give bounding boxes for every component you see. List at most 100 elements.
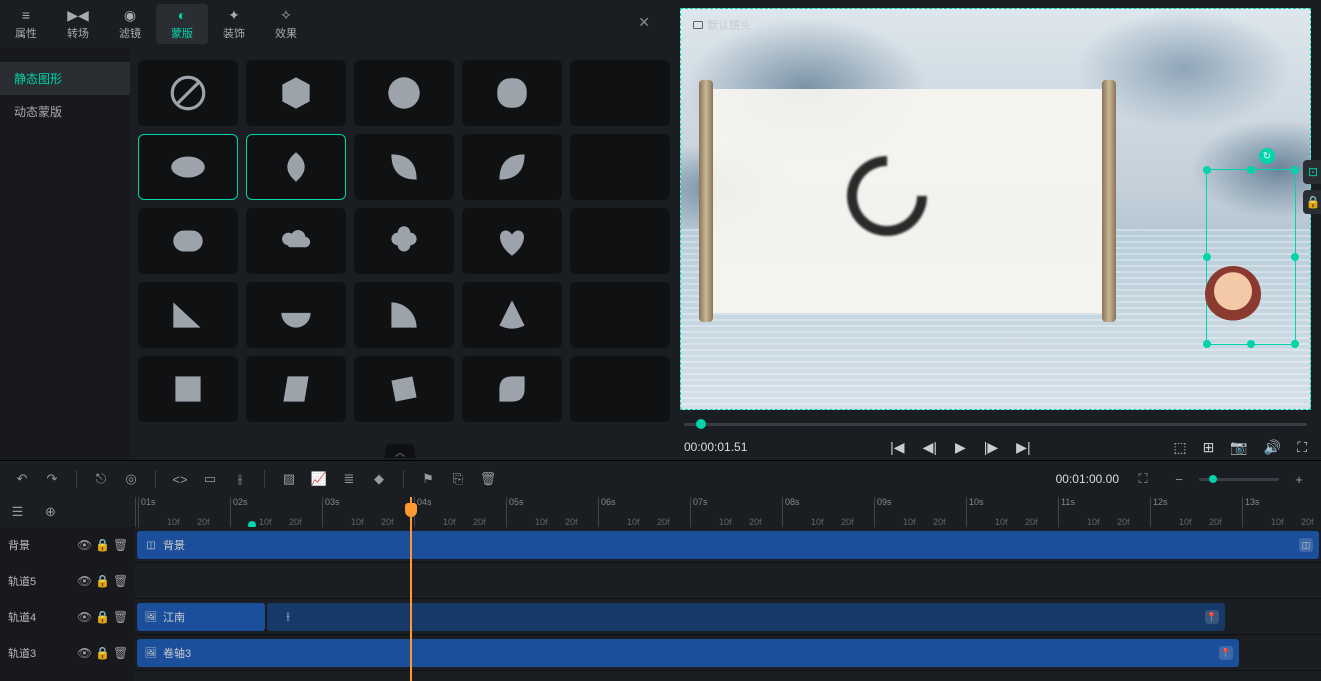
pin-icon[interactable]: 📍 [1205,610,1219,624]
track-row[interactable]: 🖼卷轴3📍 [135,635,1321,671]
marker-button[interactable]: ⚑ [416,467,440,491]
visibility-toggle[interactable]: 👁 [77,646,91,660]
clip[interactable]: 🖼江南 [137,603,265,631]
resize-handle[interactable] [1291,253,1299,261]
lock-toggle[interactable]: 🔒 [95,574,109,588]
safe-zone-button[interactable]: ⬚ [1173,439,1186,456]
mask-none[interactable] [138,60,238,126]
zoom-slider[interactable] [1199,478,1279,481]
preview-canvas[interactable]: 默认镜头 ↻ [680,8,1311,410]
track-list-button[interactable]: ☰ [8,500,27,524]
rotate-handle[interactable]: ↻ [1259,148,1275,164]
mask-quarter[interactable] [354,282,454,348]
pin-icon[interactable]: 📍 [1219,646,1233,660]
tab-transition[interactable]: ▶◀转场 [52,4,104,44]
resize-handle[interactable] [1247,340,1255,348]
track-row[interactable] [135,563,1321,599]
clip-marker[interactable]: ⫲ [275,604,301,630]
lock-toggle[interactable]: 🔒 [95,646,109,660]
clip[interactable]: 🖼卷轴3📍 [137,639,1239,667]
sidebar-item-static[interactable]: 静态图形 [0,62,130,95]
resize-handle[interactable] [1291,340,1299,348]
keyframe-button[interactable]: ◆ [367,467,391,491]
mask-cone[interactable] [462,282,562,348]
mask-parallelogram2[interactable] [354,356,454,422]
resize-handle[interactable] [1291,166,1299,174]
mask-empty5[interactable] [570,356,670,422]
close-panel-button[interactable]: ✕ [638,14,650,31]
delete-track-button[interactable]: 🗑 [113,574,127,588]
magnet-button[interactable]: ⎋ [89,467,113,491]
preview-scroll-element[interactable] [706,89,1109,313]
crop-button[interactable]: ▭ [198,467,222,491]
volume-button[interactable]: 🔊 [1264,439,1281,456]
mask-empty4[interactable] [570,282,670,348]
lock-toggle[interactable]: 🔒 [95,610,109,624]
mask-rounded[interactable] [462,356,562,422]
mask-tool-button[interactable]: ▨ [277,467,301,491]
zoom-out-button[interactable]: − [1167,467,1191,491]
selection-box[interactable]: ↻ [1206,169,1296,345]
prev-button[interactable]: |◀ [890,439,904,456]
copy-button[interactable]: ⎘ [446,467,470,491]
next-button[interactable]: ▶| [1016,439,1030,456]
visibility-toggle[interactable]: 👁 [77,538,91,552]
mask-heart[interactable] [462,208,562,274]
tab-mask[interactable]: ◐蒙版 [156,4,208,44]
split-button[interactable]: ⫲ [228,467,252,491]
mask-ellipse[interactable] [138,134,238,200]
tab-decoration[interactable]: ✦装饰 [208,4,260,44]
target-button[interactable]: ◎ [119,467,143,491]
visibility-toggle[interactable]: 👁 [77,574,91,588]
mask-empty2[interactable] [570,134,670,200]
mask-flower[interactable] [354,208,454,274]
resize-handle[interactable] [1203,253,1211,261]
redo-button[interactable]: ↷ [40,467,64,491]
fullscreen-button[interactable]: ⛶ [1297,439,1307,456]
mask-halfcircle[interactable] [246,282,346,348]
avatar-element[interactable] [1205,266,1265,326]
mask-squircle[interactable] [462,60,562,126]
timeline-ruler[interactable]: 01s10f20f02s10f20f03s10f20f04s10f20f05s1… [135,497,1321,527]
clip[interactable]: ◫背景◫ [137,531,1319,559]
track-row[interactable]: ◫背景◫ [135,527,1321,563]
collapse-panel-button[interactable]: ︿ [385,444,415,458]
zoom-in-button[interactable]: + [1287,467,1311,491]
mask-parallelogram1[interactable] [246,356,346,422]
snapshot-button[interactable]: 📷 [1230,439,1247,456]
sidebar-item-dynamic[interactable]: 动态蒙版 [0,95,130,128]
undo-button[interactable]: ↶ [10,467,34,491]
lock-tool-button[interactable]: 🔒 [1303,190,1321,214]
mask-empty3[interactable] [570,208,670,274]
tab-effect[interactable]: ✧效果 [260,4,312,44]
mask-drop[interactable] [246,134,346,200]
delete-track-button[interactable]: 🗑 [113,646,127,660]
graph-button[interactable]: 📈 [307,467,331,491]
mask-cloud[interactable] [246,208,346,274]
step-fwd-button[interactable]: |▶ [984,439,998,456]
mask-empty1[interactable] [570,60,670,126]
mask-leaf2[interactable] [462,134,562,200]
grid-button[interactable]: ⊞ [1203,439,1215,456]
step-back-button[interactable]: ◀| [923,439,937,456]
add-track-button[interactable]: ⊕ [41,500,60,524]
align-tool-button[interactable]: ⊡ [1303,160,1321,184]
code-button[interactable]: <> [168,467,192,491]
mask-leaf1[interactable] [354,134,454,200]
mask-triangle[interactable] [138,282,238,348]
resize-handle[interactable] [1203,166,1211,174]
mask-bubble[interactable] [138,208,238,274]
mask-circle[interactable] [354,60,454,126]
delete-track-button[interactable]: 🗑 [113,538,127,552]
tab-properties[interactable]: ≡属性 [0,4,52,44]
mask-hexagon[interactable] [246,60,346,126]
layers-button[interactable]: ≣ [337,467,361,491]
fit-button[interactable]: ⛶ [1131,467,1155,491]
delete-track-button[interactable]: 🗑 [113,610,127,624]
mask-square[interactable] [138,356,238,422]
play-button[interactable]: ▶ [955,439,966,456]
resize-handle[interactable] [1203,340,1211,348]
seek-thumb[interactable] [696,419,706,429]
track-row[interactable]: 🖼江南 📍 ⫲ [135,599,1321,635]
playhead[interactable] [410,497,412,681]
